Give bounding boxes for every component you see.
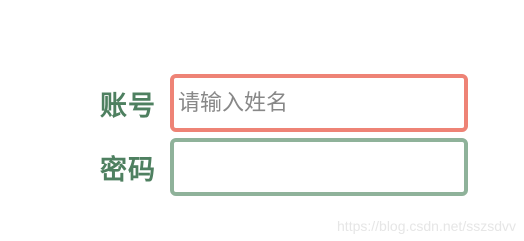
username-input[interactable] bbox=[170, 74, 468, 132]
login-form-canvas: 账号 密码 https://blog.csdn.net/sszsdvv bbox=[0, 0, 524, 241]
username-row: 账号 bbox=[100, 74, 468, 132]
watermark: https://blog.csdn.net/sszsdvv bbox=[337, 218, 516, 234]
password-label: 密码 bbox=[100, 154, 156, 186]
username-label: 账号 bbox=[100, 90, 156, 122]
password-row: 密码 bbox=[100, 138, 468, 196]
password-input[interactable] bbox=[170, 138, 468, 196]
